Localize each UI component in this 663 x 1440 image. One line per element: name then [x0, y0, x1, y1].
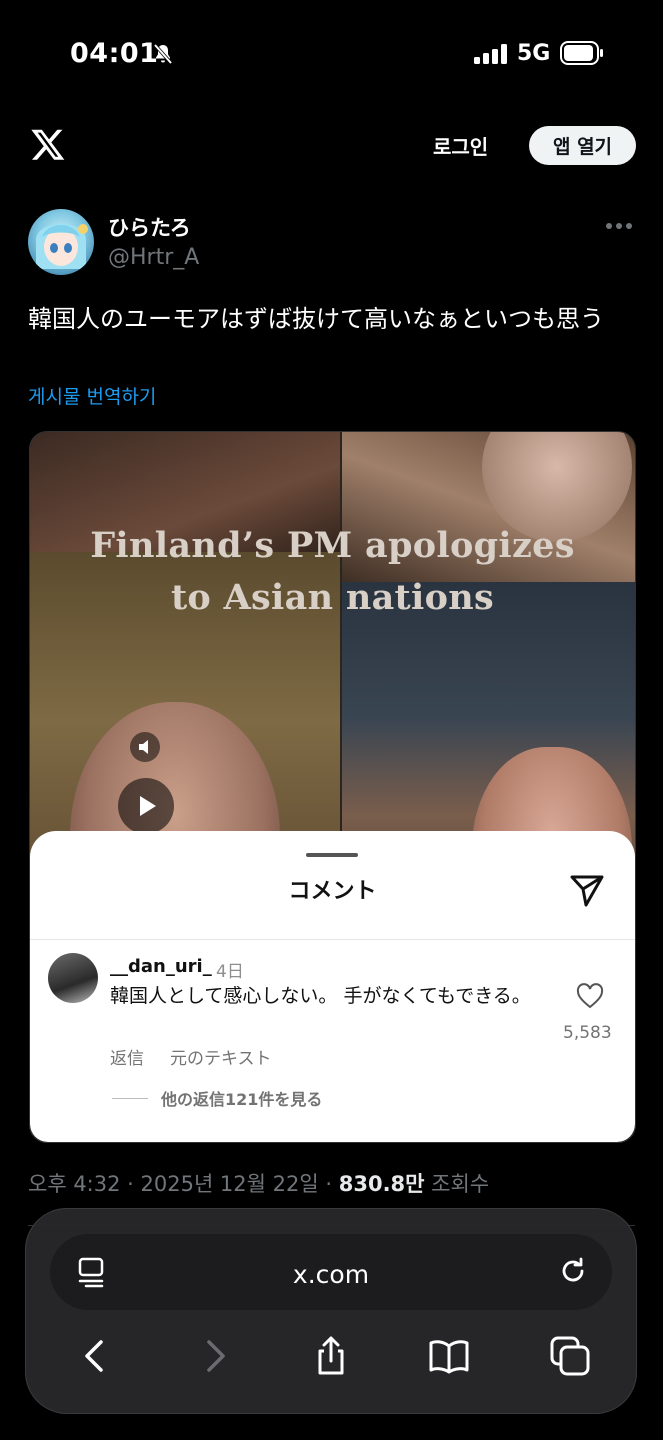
- views-label: 조회수: [424, 1172, 490, 1196]
- tabs-icon[interactable]: [550, 1336, 590, 1376]
- more-options-icon[interactable]: [605, 222, 633, 230]
- caption-line-2: to Asian nations: [170, 577, 495, 618]
- battery-icon: [560, 41, 603, 65]
- post-timestamp-views: 오후 4:32 · 2025년 12월 22일 · 830.8만 조회수: [28, 1168, 489, 1198]
- network-type: 5G: [517, 41, 551, 66]
- views-count: 830.8만: [338, 1172, 425, 1196]
- login-link[interactable]: 로그인: [433, 131, 488, 160]
- x-logo-icon[interactable]: [30, 126, 66, 162]
- anime-avatar-icon: [36, 224, 88, 269]
- reload-icon[interactable]: [558, 1256, 588, 1286]
- play-icon[interactable]: [118, 778, 174, 834]
- heart-icon[interactable]: [576, 983, 604, 1009]
- comment-text: 韓国人として感心しない。 手がなくてもできる。: [110, 985, 531, 1007]
- bookmarks-icon[interactable]: [429, 1336, 469, 1376]
- post-media[interactable]: Finland’s PM apologizes to Asian nations…: [29, 431, 636, 1143]
- post-text: 韓国人のユーモアはずば抜けて高いなぁといつも思う: [28, 305, 604, 333]
- open-app-button[interactable]: 앱 열기: [529, 126, 636, 165]
- bell-muted-icon: [153, 43, 173, 65]
- author-handle[interactable]: @Hrtr_A: [108, 245, 199, 270]
- post-timestamp: 오후 4:32 · 2025년 12월 22일 ·: [28, 1172, 339, 1196]
- status-time: 04:01: [70, 38, 159, 69]
- divider: [30, 939, 635, 940]
- reply-line: [112, 1098, 148, 1099]
- translate-post-link[interactable]: 게시물 번역하기: [28, 382, 156, 409]
- forward-icon[interactable]: [195, 1336, 235, 1376]
- comment-date: 4日: [216, 962, 244, 982]
- sheet-drag-handle[interactable]: [306, 853, 358, 857]
- commenter-avatar[interactable]: [48, 953, 98, 1003]
- view-more-replies-button[interactable]: 他の返信121件を見る: [161, 1086, 322, 1110]
- sheet-title: コメント: [288, 879, 377, 904]
- url-text[interactable]: x.com: [25, 1260, 637, 1289]
- browser-toolbar: x.com: [25, 1208, 637, 1414]
- like-count: 5,583: [563, 1023, 612, 1043]
- author-name[interactable]: ひらたろ: [108, 212, 191, 242]
- share-icon[interactable]: [311, 1336, 351, 1376]
- commenter-username[interactable]: __dan_uri_: [110, 956, 212, 977]
- original-text-button[interactable]: 元のテキスト: [170, 1044, 272, 1069]
- send-icon[interactable]: [568, 871, 606, 909]
- back-icon[interactable]: [75, 1336, 115, 1376]
- caption-line-1: Finland’s PM apologizes: [90, 525, 575, 566]
- comment-sheet: コメント __dan_uri_ 4日 韓国人として感心しない。 手がなくてもでき…: [30, 831, 635, 1142]
- author-avatar[interactable]: [28, 209, 94, 275]
- speaker-icon[interactable]: [130, 732, 160, 762]
- video-caption-overlay: Finland’s PM apologizes to Asian nations: [30, 520, 635, 624]
- signal-icon: [474, 44, 507, 64]
- reply-button[interactable]: 返信: [110, 1044, 144, 1069]
